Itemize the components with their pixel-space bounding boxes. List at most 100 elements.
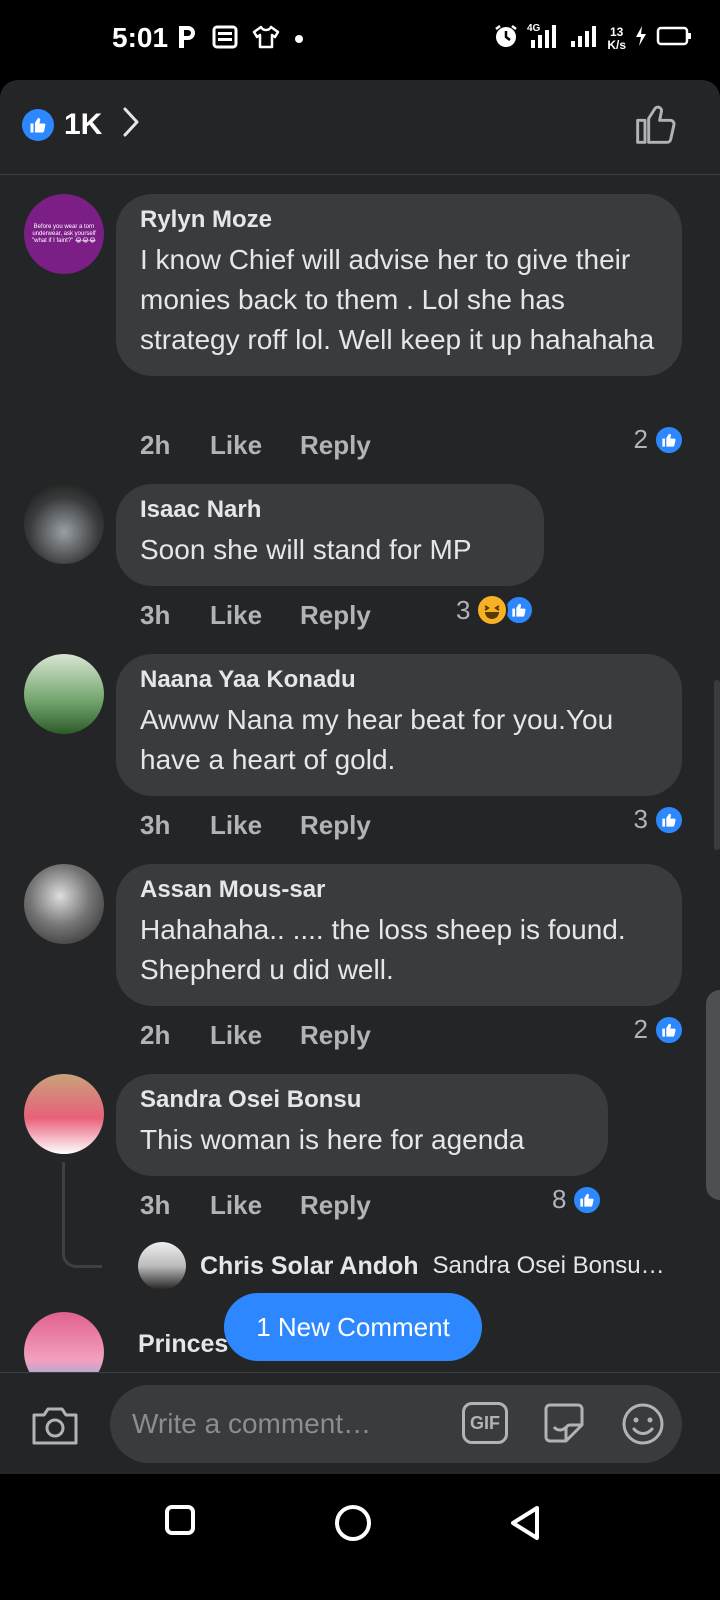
comment-input-container[interactable]: GIF	[110, 1385, 682, 1463]
comment-composer: GIF	[0, 1372, 720, 1474]
like-reaction-icon	[504, 595, 535, 625]
comment-reply-button[interactable]: Reply	[300, 1020, 371, 1051]
comment-text: Hahahaha.. .... the loss sheep is found.…	[140, 914, 626, 985]
like-reaction-icon	[654, 1014, 684, 1045]
camera-button[interactable]	[30, 1403, 80, 1452]
avatar[interactable]	[138, 1242, 186, 1290]
comment-input[interactable]	[132, 1385, 452, 1463]
avatar[interactable]	[24, 484, 104, 564]
comment-time[interactable]: 3h	[140, 810, 210, 841]
comment-author[interactable]: Assan Mous-sar	[140, 876, 658, 904]
comment-author[interactable]: Rylyn Moze	[140, 206, 658, 234]
gif-button[interactable]: GIF	[462, 1402, 508, 1444]
charging-icon	[634, 25, 648, 52]
comment-like-button[interactable]: Like	[210, 430, 300, 461]
comment-author[interactable]: Naana Yaa Konadu	[140, 666, 658, 694]
camera-icon	[30, 1407, 80, 1451]
square-icon	[164, 1505, 196, 1540]
back-button[interactable]	[508, 1504, 542, 1547]
battery-icon	[656, 26, 692, 51]
comment-bubble[interactable]: Isaac Narh Soon she will stand for MP	[116, 484, 544, 586]
reply-text: Sandra Osei Bonsu…	[432, 1252, 665, 1279]
comments-sheet: 1K Before you wear a torn underwear, ask…	[0, 80, 720, 1504]
status-system-icons: 4G 13 K/s	[493, 22, 692, 55]
comment-actions: 3h Like Reply	[140, 810, 371, 841]
comment-reactions[interactable]: 2	[634, 1014, 684, 1045]
reaction-count: 1K	[64, 107, 103, 141]
more-notifications-dot-icon	[294, 31, 304, 49]
comment-text: This woman is here for agenda	[140, 1124, 525, 1155]
comment-author[interactable]: Princes	[138, 1330, 228, 1359]
comment-reactions[interactable]: 8	[552, 1184, 603, 1215]
gif-label: GIF	[470, 1412, 500, 1433]
reply-author[interactable]: Chris Solar Andoh	[200, 1252, 419, 1281]
haha-reaction-icon	[476, 594, 509, 626]
comment-bubble[interactable]: Sandra Osei Bonsu This woman is here for…	[116, 1074, 608, 1176]
recent-apps-button[interactable]	[164, 1504, 196, 1541]
comment-text: I know Chief will advise her to give the…	[140, 244, 655, 355]
comment-time[interactable]: 2h	[140, 430, 210, 461]
status-notification-icons	[176, 24, 304, 55]
reply-preview[interactable]: Chris Solar Andoh Sandra Osei Bonsu…	[138, 1242, 665, 1290]
comment-actions: 2h Like Reply	[140, 430, 371, 461]
comment-time[interactable]: 2h	[140, 1020, 210, 1051]
comment-time[interactable]: 3h	[140, 1190, 210, 1221]
like-reaction-icon	[22, 108, 54, 141]
comment-text: Awww Nana my hear beat for you.You have …	[140, 704, 614, 775]
home-button[interactable]	[334, 1504, 372, 1547]
comment-author[interactable]: Sandra Osei Bonsu	[140, 1086, 584, 1114]
system-navigation-bar	[0, 1474, 720, 1600]
chevron-right-icon	[122, 106, 140, 143]
comment-like-button[interactable]: Like	[210, 600, 300, 631]
reaction-count: 3	[633, 804, 648, 834]
reply-thread-line	[62, 1162, 102, 1268]
status-bar: 5:01 4G 13 K/s	[0, 0, 720, 80]
comment-reactions[interactable]: 2	[634, 424, 684, 455]
comment-like-button[interactable]: Like	[210, 1020, 300, 1051]
avatar[interactable]	[24, 1074, 104, 1154]
signal-4g-icon: 4G	[527, 22, 561, 55]
new-comment-button[interactable]: 1 New Comment	[224, 1293, 482, 1361]
shirt-app-icon	[252, 25, 280, 54]
comment-bubble[interactable]: Assan Mous-sar Hahahaha.. .... the loss …	[116, 864, 682, 1006]
comment-reply-button[interactable]: Reply	[300, 810, 371, 841]
reaction-count: 2	[633, 1014, 648, 1044]
comment-time[interactable]: 3h	[140, 600, 210, 631]
reaction-count: 2	[633, 424, 648, 454]
comment-actions: 3h Like Reply	[140, 1190, 371, 1221]
back-triangle-icon	[508, 1506, 542, 1546]
comment-author[interactable]: Isaac Narh	[140, 496, 520, 524]
comment-reply-button[interactable]: Reply	[300, 430, 371, 461]
parking-app-icon	[176, 24, 198, 55]
avatar[interactable]	[24, 654, 104, 734]
comment-reactions[interactable]: 3	[634, 804, 684, 835]
like-post-button[interactable]	[634, 102, 678, 151]
like-reaction-icon	[654, 424, 684, 455]
comment-like-button[interactable]: Like	[210, 1190, 300, 1221]
avatar[interactable]	[24, 864, 104, 944]
comment-reply-button[interactable]: Reply	[300, 600, 371, 631]
thumbs-up-outline-icon	[634, 105, 678, 150]
sticker-icon	[540, 1403, 588, 1451]
reaction-count: 3	[456, 594, 471, 625]
like-reaction-icon	[572, 1184, 603, 1215]
comment-like-button[interactable]: Like	[210, 810, 300, 841]
fast-scroll-handle[interactable]	[706, 990, 720, 1200]
comment-reactions[interactable]: 3	[456, 594, 535, 626]
circle-icon	[334, 1505, 372, 1546]
comment-reply-button[interactable]: Reply	[300, 1190, 371, 1221]
sticker-button[interactable]	[540, 1399, 588, 1452]
comment-bubble[interactable]: Naana Yaa Konadu Awww Nana my hear beat …	[116, 654, 682, 796]
smiley-icon	[620, 1403, 666, 1451]
network-speed-value: 13	[609, 24, 624, 39]
comment-actions: 2h Like Reply	[140, 1020, 371, 1051]
news-app-icon	[212, 25, 238, 54]
reaction-count: 8	[552, 1184, 567, 1214]
comment-bubble[interactable]: Rylyn Moze I know Chief will advise her …	[116, 194, 682, 376]
network-speed-unit: K/s	[607, 37, 626, 52]
signal-bars-icon	[569, 23, 599, 54]
reaction-summary-button[interactable]: 1K	[22, 106, 140, 143]
avatar[interactable]: Before you wear a torn underwear, ask yo…	[24, 194, 104, 274]
scrollbar-track[interactable]	[714, 680, 720, 850]
emoji-button[interactable]	[620, 1401, 666, 1452]
